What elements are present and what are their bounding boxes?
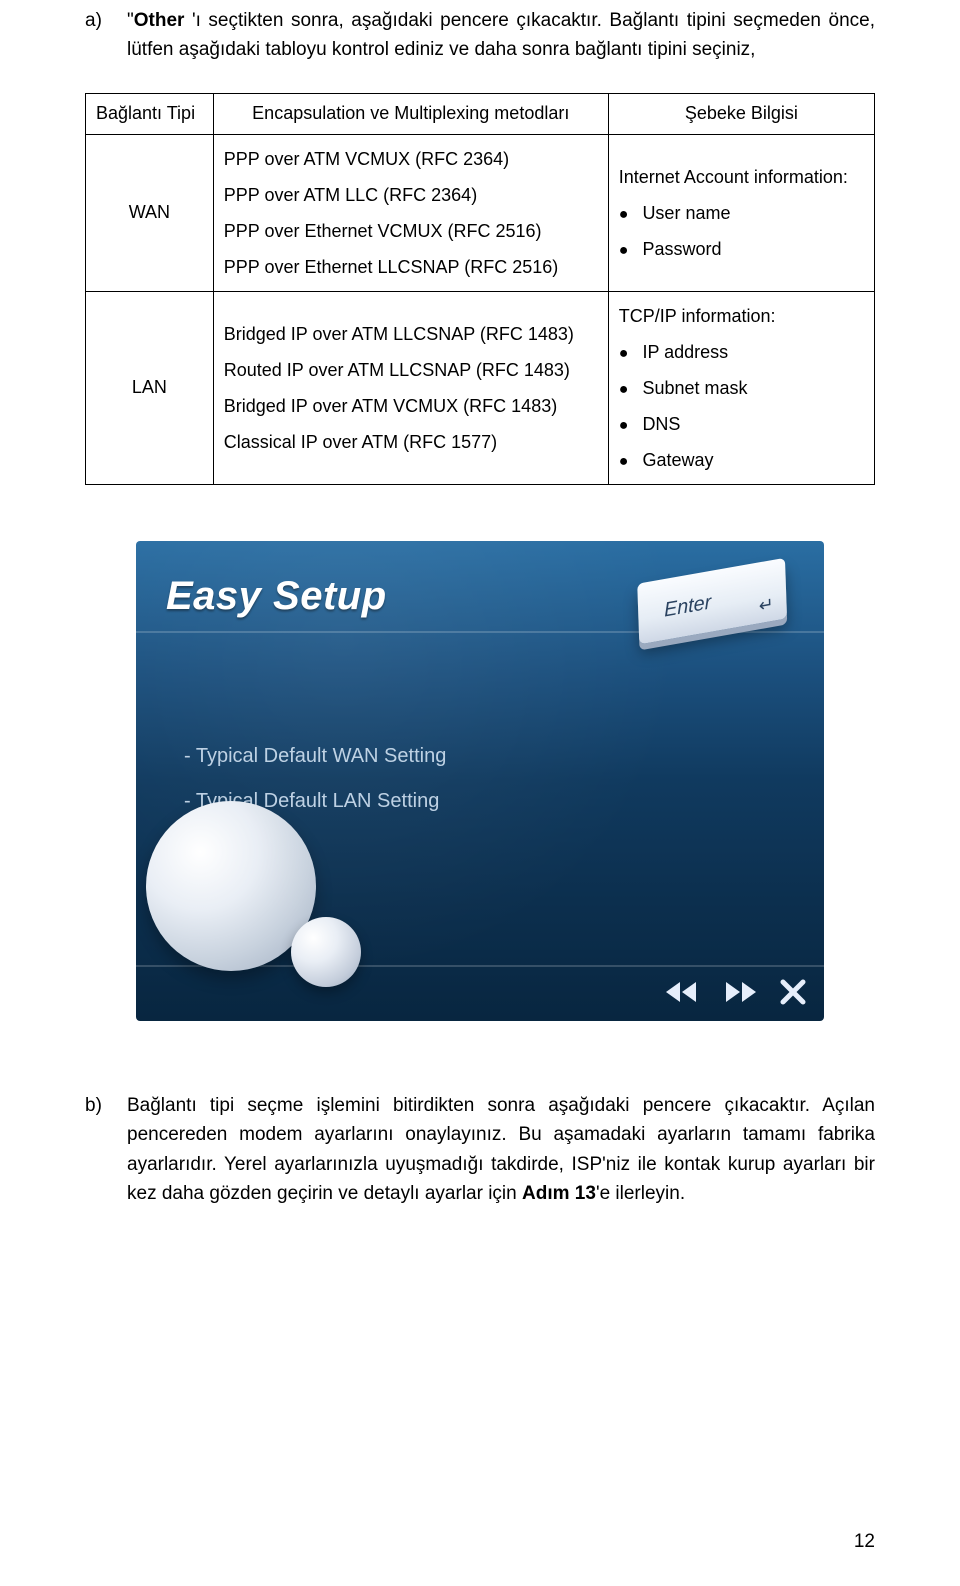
wan-method: PPP over Ethernet LLCSNAP (RFC 2516) bbox=[224, 249, 598, 285]
col-header-type: Bağlantı Tipi bbox=[86, 93, 214, 134]
lan-method: Bridged IP over ATM LLCSNAP (RFC 1483) bbox=[224, 316, 598, 352]
lan-methods-cell: Bridged IP over ATM LLCSNAP (RFC 1483) R… bbox=[213, 291, 608, 484]
lan-info-cell: TCP/IP information: IP address Subnet ma… bbox=[608, 291, 874, 484]
outro-text-suffix: 'e ilerleyin. bbox=[596, 1183, 685, 1204]
intro-text-a: 'ı seçtikten sonra, aşağıdaki pencere çı… bbox=[127, 10, 875, 60]
lan-method: Classical IP over ATM (RFC 1577) bbox=[224, 424, 598, 460]
lan-method: Routed IP over ATM LLCSNAP (RFC 1483) bbox=[224, 352, 598, 388]
wan-info-item: User name bbox=[619, 195, 864, 231]
enter-key-illustration: Enter ↵ bbox=[600, 541, 824, 678]
col-header-method: Encapsulation ve Multiplexing metodları bbox=[213, 93, 608, 134]
wan-method: PPP over Ethernet VCMUX (RFC 2516) bbox=[224, 213, 598, 249]
wan-info-item: Password bbox=[619, 231, 864, 267]
list-marker-a: a) bbox=[85, 6, 109, 65]
enter-arrow-icon: ↵ bbox=[758, 590, 774, 621]
wan-methods-cell: PPP over ATM VCMUX (RFC 2364) PPP over A… bbox=[213, 134, 608, 291]
wizard-controls bbox=[664, 971, 806, 1013]
list-item-a: a) "Other 'ı seçtikten sonra, aşağıdaki … bbox=[85, 6, 875, 65]
next-button[interactable] bbox=[722, 978, 758, 1006]
list-item-b: b) Bağlantı tipi seçme işlemini bitirdik… bbox=[85, 1091, 875, 1209]
wan-label: WAN bbox=[86, 134, 214, 291]
wan-info-cell: Internet Account information: User name … bbox=[608, 134, 874, 291]
list-body-a: "Other 'ı seçtikten sonra, aşağıdaki pen… bbox=[127, 6, 875, 65]
sphere-small-icon bbox=[291, 917, 361, 987]
page-number: 12 bbox=[854, 1527, 875, 1556]
lan-info-item: DNS bbox=[619, 406, 864, 442]
table-header-row: Bağlantı Tipi Encapsulation ve Multiplex… bbox=[86, 93, 875, 134]
wan-info-title: Internet Account information: bbox=[619, 159, 864, 195]
quote-open: " bbox=[127, 10, 134, 31]
connection-table: Bağlantı Tipi Encapsulation ve Multiplex… bbox=[85, 93, 875, 485]
outro-text-bold: Adım 13 bbox=[522, 1183, 596, 1204]
lan-info-item: IP address bbox=[619, 334, 864, 370]
close-icon bbox=[780, 979, 806, 1005]
table-row-lan: LAN Bridged IP over ATM LLCSNAP (RFC 148… bbox=[86, 291, 875, 484]
wan-method: PPP over ATM VCMUX (RFC 2364) bbox=[224, 141, 598, 177]
outro-text-prefix: Bağlantı tipi seçme işlemini bitirdikten… bbox=[127, 1095, 875, 1204]
easy-setup-panel: Easy Setup Enter ↵ - Typical Default WAN… bbox=[136, 541, 824, 1021]
forward-icon bbox=[722, 978, 758, 1006]
col-header-info: Şebeke Bilgisi bbox=[608, 93, 874, 134]
other-label-bold: Other bbox=[134, 10, 185, 31]
lan-method: Bridged IP over ATM VCMUX (RFC 1483) bbox=[224, 388, 598, 424]
list-body-b: Bağlantı tipi seçme işlemini bitirdikten… bbox=[127, 1091, 875, 1209]
lan-info-title: TCP/IP information: bbox=[619, 298, 864, 334]
close-button[interactable] bbox=[780, 979, 806, 1005]
lan-info-item: Gateway bbox=[619, 442, 864, 478]
easy-setup-bullet: - Typical Default WAN Setting bbox=[184, 741, 446, 772]
easy-setup-graphic: Easy Setup Enter ↵ - Typical Default WAN… bbox=[136, 541, 824, 1021]
easy-setup-title: Easy Setup bbox=[166, 565, 387, 627]
rewind-icon bbox=[664, 978, 700, 1006]
lan-info-item: Subnet mask bbox=[619, 370, 864, 406]
wan-method: PPP over ATM LLC (RFC 2364) bbox=[224, 177, 598, 213]
list-marker-b: b) bbox=[85, 1091, 109, 1209]
back-button[interactable] bbox=[664, 978, 700, 1006]
table-row-wan: WAN PPP over ATM VCMUX (RFC 2364) PPP ov… bbox=[86, 134, 875, 291]
lan-label: LAN bbox=[86, 291, 214, 484]
